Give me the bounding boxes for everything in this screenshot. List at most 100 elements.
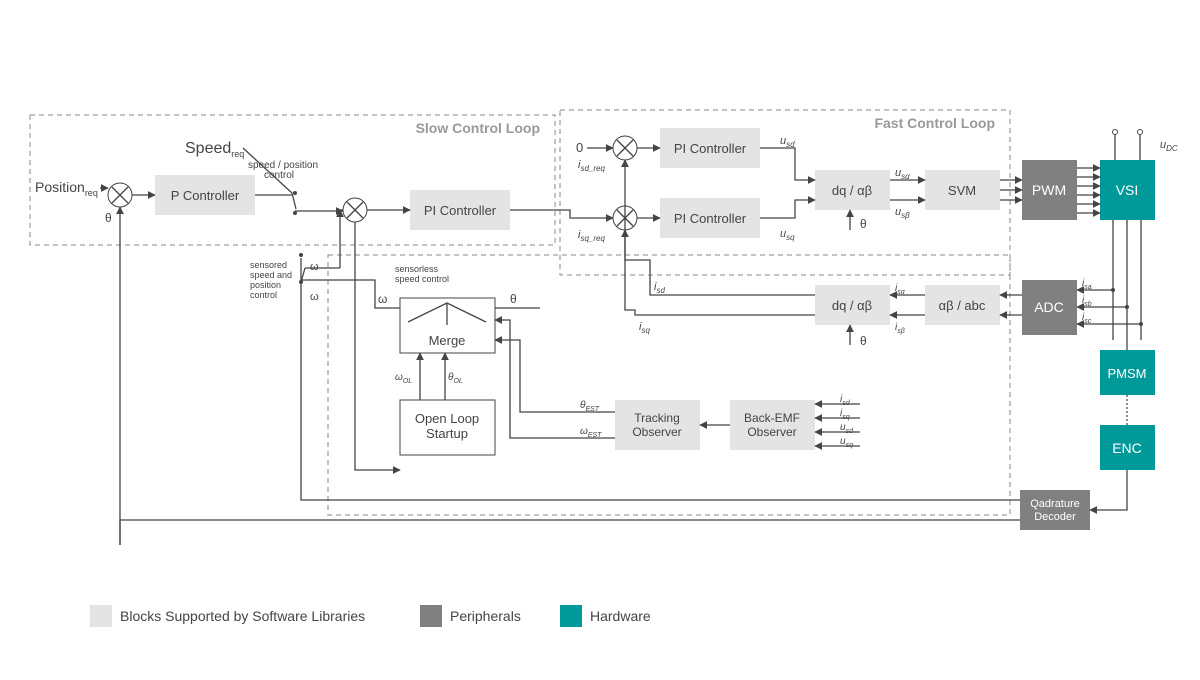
sensored-d: control [250, 290, 277, 300]
legend-peri [420, 605, 442, 627]
position-label: Position [35, 179, 85, 195]
svg-text:ωEST: ωEST [580, 426, 602, 439]
bemf-isq-s: sq [842, 414, 850, 421]
svg-text:isα: isα [895, 283, 906, 296]
svg-text:isq: isq [639, 321, 650, 335]
qdec-l1: Qadrature [1030, 498, 1080, 510]
sensored-c: position [250, 280, 281, 290]
usd-s: sd [786, 140, 795, 149]
svg-text:Speedreq: Speedreq [185, 140, 244, 159]
svg-text:isq_req: isq_req [578, 229, 605, 243]
sensored-a: sensored [250, 260, 287, 270]
fast-loop-title: Fast Control Loop [874, 115, 995, 131]
svg-text:isβ: isβ [895, 322, 905, 335]
enc-label: ENC [1112, 440, 1142, 456]
legend-peri-label: Peripherals [450, 608, 521, 624]
isd-s: sd [656, 286, 665, 295]
merge-label: Merge [429, 333, 466, 348]
vsi-label: VSI [1116, 182, 1139, 198]
sum-pos [108, 183, 132, 207]
quadrature-decoder [1020, 490, 1090, 530]
udc-s: DC [1166, 144, 1178, 153]
isb-s: sβ [897, 328, 905, 335]
svg-text:usd: usd [780, 135, 795, 149]
bemf-isd-s: sd [842, 400, 851, 407]
svg-text:isb: isb [1082, 295, 1092, 308]
usq-s: sq [786, 233, 795, 242]
svg-text:usq: usq [780, 228, 795, 242]
sensorless-a: sensorless [395, 264, 439, 274]
ab-abc-label: αβ / abc [939, 298, 986, 313]
ia-s: sa [1084, 284, 1092, 291]
ib-s: sb [1084, 301, 1092, 308]
svm-label: SVM [948, 183, 976, 198]
zero-input: 0 [576, 140, 583, 155]
track-l2: Observer [632, 425, 681, 439]
svg-text:isc: isc [1082, 312, 1092, 325]
svg-text:θEST: θEST [580, 400, 600, 413]
slow-loop-title: Slow Control Loop [416, 120, 540, 136]
isa-s: sα [897, 289, 906, 296]
isqreq-sub: sq_req [580, 234, 605, 243]
svg-text:usq: usq [840, 436, 853, 449]
legend-hw-label: Hardware [590, 608, 651, 624]
position-sub: req [85, 188, 98, 198]
pi-id-label: PI Controller [674, 141, 747, 156]
pi-speed-label: PI Controller [424, 203, 497, 218]
omega-est: ω [580, 426, 588, 437]
isdreq-sub: sd_req [580, 164, 605, 173]
svg-text:Positionreq: Positionreq [35, 179, 98, 198]
theta-est-s: EST [585, 406, 599, 413]
svg-text:isa: isa [1082, 278, 1092, 291]
svg-text:ωOL: ωOL [395, 372, 412, 385]
pwm-label: PWM [1032, 182, 1066, 198]
svg-text:θOL: θOL [448, 372, 463, 385]
theta-fb: θ [105, 211, 112, 225]
omega-m: ω [378, 292, 387, 306]
legend-hw [560, 605, 582, 627]
usa-s: sα [901, 172, 910, 181]
p-controller-label: P Controller [171, 188, 240, 203]
dqab-forward-label: dq / αβ [832, 183, 872, 198]
svg-text:isd: isd [654, 281, 665, 295]
theta2: θ [860, 334, 867, 348]
svg-text:usβ: usβ [895, 206, 910, 220]
pmsm-label: PMSM [1108, 366, 1147, 381]
sum-speed [343, 198, 367, 222]
theta-m: θ [510, 292, 517, 306]
ols-l1: Open Loop [415, 411, 479, 426]
bemf-usd-s: sd [846, 428, 855, 435]
svg-text:ω: ω [310, 261, 319, 273]
isq-s: sq [641, 326, 650, 335]
sensored-b: speed and [250, 270, 292, 280]
qdec-l2: Decoder [1034, 511, 1076, 523]
svg-text:control: control [264, 170, 294, 181]
speed-sub: req [231, 149, 244, 159]
svg-text:usd: usd [840, 422, 854, 435]
usb-s: sβ [901, 211, 910, 220]
sensorless-group [328, 255, 1010, 515]
switch-label-b: control [264, 170, 294, 181]
svg-text:isd: isd [840, 394, 851, 407]
svg-text:usα: usα [895, 167, 910, 181]
ols-l2: Startup [426, 426, 468, 441]
bemf-usq-s: sq [846, 442, 854, 449]
svg-text:isd_req: isd_req [578, 159, 605, 173]
speed-label: Speed [185, 140, 231, 157]
adc-label: ADC [1034, 299, 1064, 315]
dqab-inverse-label: dq / αβ [832, 298, 872, 313]
sum-id [613, 136, 637, 160]
ic-s: sc [1084, 318, 1092, 325]
svg-text:ω: ω [310, 291, 319, 303]
bemf-l2: Observer [747, 425, 796, 439]
theta-ol-s: OL [453, 378, 462, 385]
omega-ol-s: OL [403, 378, 412, 385]
omega-est-s: EST [588, 432, 602, 439]
track-l1: Tracking [634, 411, 680, 425]
svg-text:isq: isq [840, 408, 850, 421]
theta1: θ [860, 217, 867, 231]
sensorless-b: speed control [395, 274, 449, 284]
legend-sw-label: Blocks Supported by Software Libraries [120, 608, 365, 624]
svg-text:uDC: uDC [1160, 139, 1178, 153]
pi-iq-label: PI Controller [674, 211, 747, 226]
